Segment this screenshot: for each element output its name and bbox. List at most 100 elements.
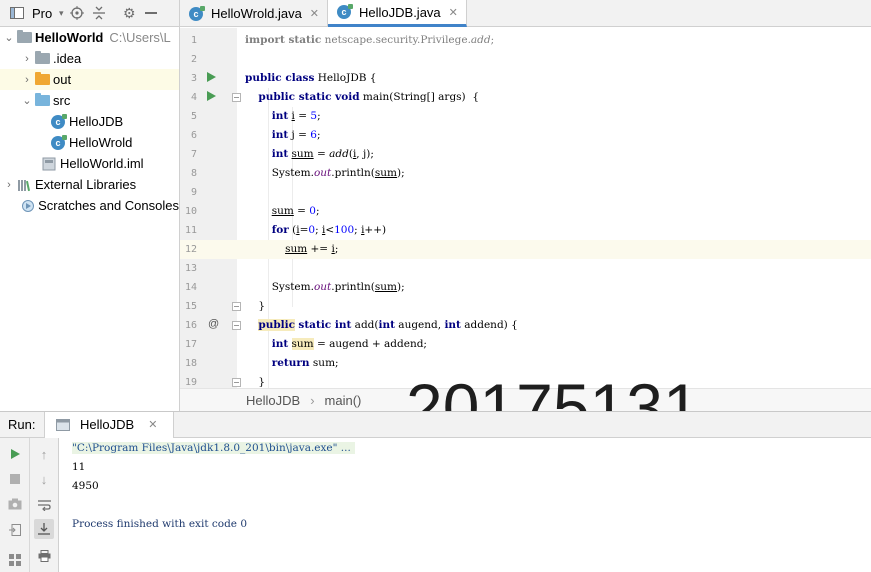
breadcrumb-class[interactable]: HelloJDB [246, 393, 300, 408]
line-number: 9 [190, 187, 197, 198]
tree-item-helloworld-project[interactable]: ⌄ HelloWorld C:\Users\L [0, 27, 179, 48]
line-number: 8 [190, 168, 197, 179]
line-number: 13 [184, 263, 197, 274]
libraries-icon [16, 177, 32, 193]
code-line-12: sum += i; [237, 240, 871, 259]
breadcrumb-method[interactable]: main() [325, 393, 362, 408]
line-number: 16 [184, 320, 197, 331]
chevron-right-icon[interactable]: › [20, 53, 34, 65]
module-file-icon [41, 156, 57, 172]
arrow-down-icon[interactable]: ↓ [34, 469, 54, 489]
print-icon[interactable] [34, 546, 54, 566]
line-number: 4 [190, 92, 197, 103]
console-process-finished: Process finished with exit code 0 [72, 518, 248, 530]
run-config-icon [55, 417, 71, 433]
stop-icon[interactable] [5, 469, 25, 489]
breadcrumb-separator-icon: › [310, 392, 315, 408]
tree-item-idea[interactable]: › .idea [0, 48, 179, 69]
line-number: 11 [184, 225, 197, 236]
line-number: 15 [184, 301, 197, 312]
chevron-down-icon[interactable]: ⌄ [20, 94, 34, 107]
close-icon[interactable]: ✕ [148, 418, 157, 431]
line-number: 7 [190, 149, 197, 160]
hide-panel-icon[interactable] [140, 2, 162, 24]
line-number: 5 [190, 111, 197, 122]
code-line-14: System.out.println(sum); [245, 281, 405, 293]
tree-item-label: HelloWorld [35, 30, 104, 45]
code-line-8: System.out.println(sum); [245, 167, 405, 179]
scratches-icon [20, 198, 35, 214]
run-label: Run: [8, 417, 36, 432]
tree-item-label: Scratches and Consoles [38, 198, 179, 213]
code-line-15: } [245, 300, 266, 312]
code-line-10: sum = 0; [271, 205, 320, 217]
chevron-right-icon[interactable]: › [2, 179, 16, 191]
code-line-11: for (i=0; i<100; i++) [271, 224, 387, 236]
tree-item-path: C:\Users\L [109, 30, 171, 45]
tree-item-label: External Libraries [35, 177, 137, 192]
console-output[interactable]: "C:\Program Files\Java\jdk1.8.0_201\bin\… [60, 438, 871, 572]
soft-wrap-icon[interactable] [34, 495, 54, 515]
tree-item-hellowrold[interactable]: c HelloWrold [0, 132, 179, 153]
project-view-icon[interactable] [6, 2, 28, 24]
code-line-16: public static int add(int augend, int ad… [258, 319, 518, 331]
tree-item-label: HelloWrold [69, 135, 133, 150]
code-area[interactable]: import static netscape.security.Privileg… [237, 28, 871, 388]
scroll-to-end-icon[interactable] [34, 519, 54, 539]
project-tool-window: Pro ▾ ⚙ ⌄ HelloWorld C:\Users\L › .idea … [0, 0, 180, 411]
chevron-down-icon[interactable]: ⌄ [2, 31, 16, 44]
run-tab-hellojdb[interactable]: HelloJDB ✕ [44, 411, 175, 438]
tree-item-label: HelloWorld.iml [60, 156, 144, 171]
code-line-17: int sum = augend + addend; [271, 338, 427, 350]
project-view-dropdown-icon[interactable]: ▾ [56, 2, 66, 24]
tab-hellojdb-java[interactable]: c HelloJDB.java ✕ [328, 0, 467, 27]
tree-item-scratches[interactable]: Scratches and Consoles [0, 195, 179, 216]
tab-hellowrold-java[interactable]: c HelloWrold.java ✕ [180, 0, 329, 27]
code-editor[interactable]: 1 2 3 4 5 6 7 8 9 10 11 12 13 14 15 16 @ … [180, 28, 871, 388]
line-number: 14 [184, 282, 197, 293]
tree-item-out[interactable]: › out [0, 69, 179, 90]
chevron-right-icon[interactable]: › [20, 74, 34, 86]
override-annotation-icon[interactable]: @ [208, 318, 219, 330]
tab-label: HelloWrold.java [211, 6, 302, 21]
exit-icon[interactable] [5, 520, 25, 540]
project-view-title[interactable]: Pro [32, 6, 52, 21]
run-tool-window-header: Run: HelloJDB ✕ [0, 411, 871, 438]
gear-icon[interactable]: ⚙ [118, 2, 140, 24]
console-toolbar: ↑ ↓ [30, 438, 59, 572]
tree-item-external-libraries[interactable]: › External Libraries [0, 174, 179, 195]
camera-icon[interactable] [5, 494, 25, 514]
run-class-icon[interactable] [207, 72, 216, 82]
line-number: 19 [184, 377, 197, 388]
run-main-icon[interactable] [207, 91, 216, 101]
console-output-line: 4950 [72, 480, 99, 492]
line-number: 2 [190, 54, 197, 65]
locate-file-icon[interactable] [66, 2, 88, 24]
tree-item-hellojdb[interactable]: c HelloJDB [0, 111, 179, 132]
tree-item-src[interactable]: ⌄ src [0, 90, 179, 111]
tree-item-label: src [53, 93, 71, 108]
excluded-folder-icon [34, 72, 50, 88]
tree-item-helloworld-iml[interactable]: HelloWorld.iml [0, 153, 179, 174]
tab-label: HelloJDB.java [359, 4, 441, 20]
line-number: 6 [190, 130, 197, 141]
layout-icon[interactable] [5, 550, 25, 570]
java-class-icon: c [188, 5, 205, 22]
tree-item-label: .idea [53, 51, 82, 66]
close-icon[interactable]: ✕ [449, 6, 458, 19]
code-line-3: public class HelloJDB { [245, 72, 377, 84]
arrow-up-icon[interactable]: ↑ [34, 444, 54, 464]
collapse-all-icon[interactable] [88, 2, 110, 24]
line-number: 10 [184, 206, 197, 217]
run-tab-label: HelloJDB [80, 417, 135, 432]
close-icon[interactable]: ✕ [310, 7, 319, 20]
line-number: 1 [190, 35, 197, 46]
folder-icon [34, 51, 50, 67]
code-line-4: public static void main(String[] args) { [258, 91, 480, 103]
editor-gutter: 1 2 3 4 5 6 7 8 9 10 11 12 13 14 15 16 @ … [180, 28, 241, 388]
rerun-icon[interactable] [5, 444, 25, 464]
tree-item-label: HelloJDB [69, 114, 124, 129]
line-number: 12 [184, 244, 197, 255]
